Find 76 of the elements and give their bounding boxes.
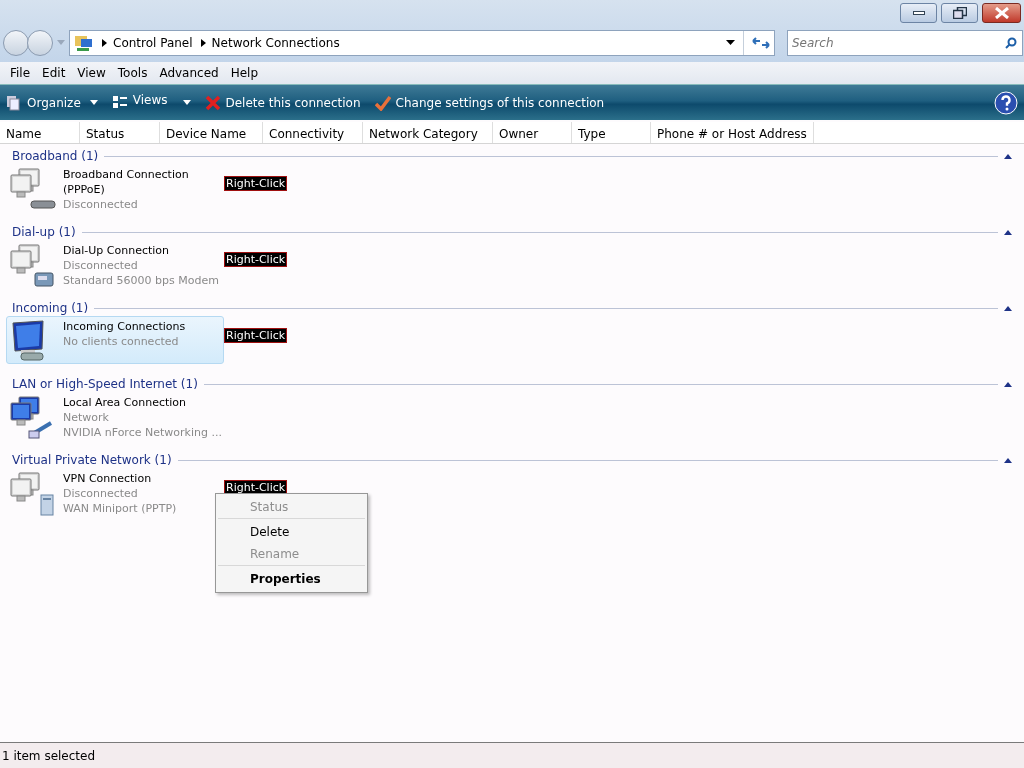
menu-item[interactable]: View <box>71 64 112 82</box>
annotation-label: Right-Click <box>224 252 288 267</box>
refresh-icon[interactable] <box>752 35 770 50</box>
help-icon[interactable] <box>994 90 1018 115</box>
connection-name: Dial-Up Connection <box>63 243 171 258</box>
search-icon[interactable] <box>1005 36 1017 49</box>
minimize-icon <box>912 11 925 15</box>
column-header[interactable]: Connectivity <box>263 122 363 143</box>
menu-item[interactable]: Delete <box>218 521 365 543</box>
column-header[interactable]: Type <box>572 122 651 143</box>
toolbar-button[interactable]: Organize <box>6 93 98 112</box>
close-button[interactable] <box>982 3 1021 23</box>
group-header[interactable]: Broadband (1) <box>12 147 99 165</box>
connection-item[interactable]: Local Area Connection Network NVIDIA nForce Networking ... <box>6 392 225 440</box>
column-header[interactable]: Name <box>0 122 80 143</box>
connection-detail: WAN Miniport (PPTP) <box>63 501 177 516</box>
collapse-icon[interactable] <box>1004 381 1012 387</box>
restore-icon <box>952 7 967 19</box>
connection-item[interactable]: Broadband Connection (PPPoE) Disconnected <box>6 164 224 212</box>
connection-item[interactable]: Dial-Up Connection Disconnected Standard 56000 bps Modem <box>6 240 224 288</box>
caret-icon <box>182 100 191 105</box>
minimize-button[interactable] <box>900 3 937 23</box>
connection-detail: NVIDIA nForce Networking ... <box>63 425 222 440</box>
group-header[interactable]: Incoming (1) <box>12 299 89 317</box>
views-icon <box>111 94 128 111</box>
menu-item[interactable]: File <box>4 64 37 82</box>
connection-name: Local Area Connection <box>63 395 188 410</box>
connection-name: VPN Connection <box>63 471 153 486</box>
pages-icon <box>6 94 22 111</box>
close-icon <box>994 7 1009 19</box>
check-icon <box>374 94 391 111</box>
breadcrumb-link[interactable]: Network Connections <box>211 33 340 52</box>
dropdown-icon[interactable] <box>726 39 735 46</box>
column-header[interactable]: Device Name <box>160 122 263 143</box>
collapse-icon[interactable] <box>1004 305 1012 311</box>
menu-item[interactable]: Properties <box>218 568 365 590</box>
computer-phone-icon <box>9 243 57 289</box>
caret-icon <box>89 100 98 105</box>
chevron-icon <box>102 38 107 47</box>
collapse-icon[interactable] <box>1004 229 1012 235</box>
column-header[interactable]: Owner <box>493 122 572 143</box>
network-folder-icon <box>74 33 94 52</box>
search-field[interactable]: Search <box>787 29 1023 56</box>
menu-item[interactable]: Advanced <box>153 64 225 82</box>
chevron-icon <box>200 38 206 47</box>
connection-name: Incoming Connections <box>63 319 186 334</box>
group-header[interactable]: Virtual Private Network (1) <box>12 451 172 469</box>
connection-name: Broadband Connection (PPPoE) <box>63 167 190 197</box>
connection-detail: Standard 56000 bps Modem <box>63 273 219 288</box>
column-header[interactable]: Network Category <box>363 122 493 143</box>
annotation-label: Right-Click <box>224 176 288 191</box>
column-header[interactable]: Phone # or Host Address <box>651 122 814 143</box>
menu-item[interactable]: Help <box>224 64 265 82</box>
collapse-icon[interactable] <box>1004 153 1012 159</box>
restore-button[interactable] <box>941 3 978 23</box>
toolbar-button[interactable]: Views <box>111 94 191 111</box>
group-header[interactable]: Dial-up (1) <box>12 223 76 241</box>
close-icon <box>204 94 221 111</box>
connection-detail: Network <box>63 410 110 425</box>
annotation-label: Right-Click <box>224 328 288 343</box>
connection-detail: No clients connected <box>63 334 180 349</box>
connection-detail: Disconnected <box>63 197 139 212</box>
connection-item[interactable]: Incoming Connections No clients connected <box>6 316 224 364</box>
menu-item[interactable]: Tools <box>111 64 154 82</box>
address-bar[interactable]: Control Panel Network Connections <box>69 29 775 56</box>
status-text: 1 item selected <box>0 742 1024 768</box>
connection-detail: Disconnected <box>63 258 139 273</box>
toolbar-button[interactable]: Change settings of this connection <box>374 93 605 112</box>
connection-detail: Disconnected <box>63 486 139 501</box>
toolbar-button[interactable]: Delete this connection <box>204 93 361 112</box>
group-header[interactable]: LAN or High-Speed Internet (1) <box>12 375 198 393</box>
breadcrumb-link[interactable]: Control Panel <box>113 33 193 52</box>
menu-item[interactable]: Edit <box>36 64 72 82</box>
collapse-icon[interactable] <box>1004 457 1012 463</box>
computer-server-icon <box>9 471 57 517</box>
column-header[interactable]: Status <box>80 122 160 143</box>
